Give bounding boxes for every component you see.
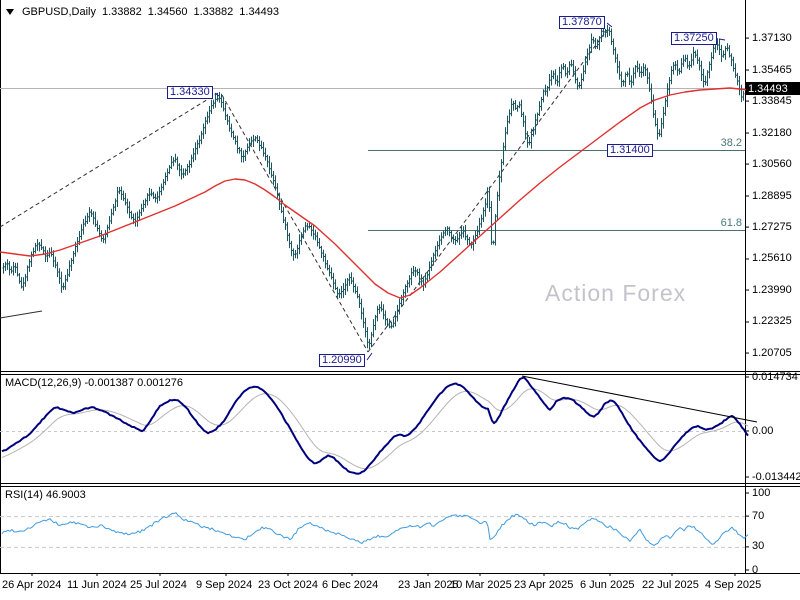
chart-header: GBPUSD,Daily 1.33882 1.34560 1.33882 1.3…: [6, 6, 279, 18]
time-axis-label: 23 Oct 2024: [258, 579, 318, 591]
rsi-axis-tick-label: 70: [752, 509, 765, 522]
price-axis-tick-label: 1.22325: [752, 315, 792, 328]
watermark: Action Forex: [545, 280, 687, 306]
fibonacci-label: 38.2: [720, 137, 742, 149]
price-level-tag: 1.37870: [559, 16, 605, 29]
macd-panel[interactable]: [0, 374, 746, 483]
quote-high: 1.34560: [147, 6, 188, 18]
time-axis-label: 6 Dec 2024: [322, 579, 379, 591]
time-axis-label: 26 Apr 2024: [2, 579, 62, 591]
macd-axis-tick-label: -0.013442: [752, 470, 800, 483]
price-axis-tick-label: 1.23990: [752, 283, 792, 296]
time-axis-label: 6 Jun 2025: [580, 579, 635, 591]
time-axis-label: 4 Sep 2025: [705, 579, 762, 591]
price-level-tag: 1.20990: [319, 354, 365, 367]
price-axis-tick-label: 1.35465: [752, 63, 792, 76]
price-axis-tick-label: 1.28895: [752, 189, 792, 202]
chevron-down-icon[interactable]: [6, 9, 14, 15]
rsi-indicator-label: RSI(14) 46.9003: [5, 489, 86, 501]
price-axis-tick-label: 1.27275: [752, 220, 792, 233]
price-axis-tick-label: 1.20705: [752, 346, 792, 359]
rsi-panel[interactable]: [0, 486, 746, 573]
price-axis-tick-label: 1.33845: [752, 94, 792, 107]
trading-chart-window: GBPUSD,Daily 1.33882 1.34560 1.33882 1.3…: [0, 0, 800, 600]
time-axis-label: 22 Jul 2025: [642, 579, 699, 591]
macd-axis-tick-label: 0.014734: [752, 370, 798, 383]
time-axis-label: 11 Jun 2024: [67, 579, 127, 591]
rsi-axis-tick-label: 0: [752, 563, 759, 576]
price-axis-tick-label: 1.32180: [752, 126, 792, 139]
quote-low: 1.33882: [193, 6, 234, 18]
time-axis-label: 10 Mar 2025: [450, 579, 512, 591]
rsi-axis-tick-label: 100: [752, 486, 771, 499]
price-level-tag: 1.34330: [167, 86, 213, 99]
price-level-tag: 1.37250: [671, 32, 717, 45]
fibonacci-label: 61.8: [720, 217, 742, 229]
time-axis-label: 23 Apr 2025: [514, 579, 574, 591]
rsi-axis-tick-label: 30: [752, 540, 765, 553]
macd-indicator-label: MACD(12,26,9) -0.001387 0.001276: [5, 377, 183, 389]
price-axis-tick-label: 1.30560: [752, 157, 792, 170]
price-axis-tick-label: 1.37130: [752, 31, 792, 44]
price-axis-tick-label: 1.25610: [752, 252, 792, 265]
price-level-tag: 1.31400: [607, 144, 653, 157]
macd-axis-tick-label: 0.00: [752, 424, 774, 437]
current-price-tag: 1.34493: [746, 82, 800, 95]
symbol-title: GBPUSD,Daily: [22, 6, 96, 18]
price-chart-panel[interactable]: [0, 0, 746, 371]
quote-close: 1.34493: [239, 6, 280, 18]
quote-open: 1.33882: [101, 6, 142, 18]
time-axis-label: 9 Sep 2024: [196, 579, 253, 591]
time-axis-label: 25 Jul 2024: [130, 579, 187, 591]
